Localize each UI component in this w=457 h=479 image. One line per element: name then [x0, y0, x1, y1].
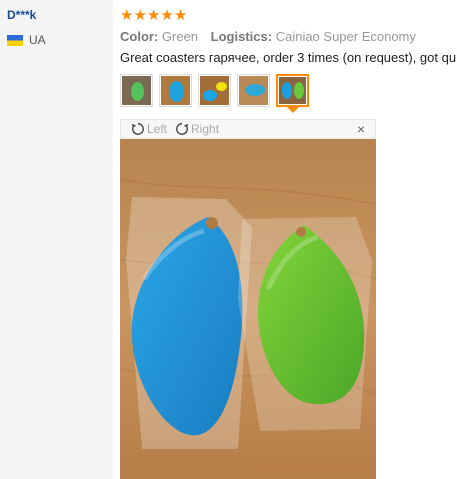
order-meta: Color: Green Logistics: Cainiao Super Ec…: [120, 29, 416, 44]
logistics-value: Cainiao Super Economy: [275, 29, 416, 44]
logistics-label: Logistics:: [210, 29, 273, 44]
ukraine-flag-icon: [7, 34, 23, 46]
rotate-right-icon: [176, 123, 189, 135]
rotate-left-label: Left: [147, 122, 168, 136]
review-thumbnails: [120, 74, 309, 107]
color-label: Color:: [120, 29, 159, 44]
rating-stars: ★ ★ ★ ★ ★: [120, 8, 187, 23]
reviewer-column: D***k UA: [0, 0, 113, 479]
thumbnail-1[interactable]: [120, 74, 153, 107]
rotate-right-button[interactable]: Right: [175, 122, 219, 136]
country-code: UA: [29, 33, 46, 47]
rotate-left-button[interactable]: Left: [131, 122, 167, 136]
thumbnail-3[interactable]: [198, 74, 231, 107]
thumbnail-4[interactable]: [237, 74, 270, 107]
thumbnail-2[interactable]: [159, 74, 192, 107]
star-icon: ★: [133, 7, 147, 24]
rotate-left-icon: [131, 123, 144, 135]
viewer-toolbar: Left Right ×: [120, 119, 376, 139]
rotate-right-label: Right: [191, 122, 220, 136]
thumbnail-5[interactable]: [276, 74, 309, 107]
coasters-photo-illustration: [120, 139, 376, 479]
review-photo: [120, 139, 376, 479]
close-viewer-button[interactable]: ×: [357, 121, 365, 137]
review-text: Great coasters гарячее, order 3 times (o…: [120, 50, 457, 65]
star-icon: ★: [146, 7, 161, 24]
reviewer-country: UA: [7, 33, 46, 47]
star-icon: ★: [120, 7, 134, 24]
star-icon: ★: [173, 7, 188, 24]
star-icon: ★: [160, 7, 174, 24]
image-viewer: Left Right ×: [120, 119, 376, 479]
reviewer-name[interactable]: D***k: [7, 8, 36, 22]
color-value: Green: [161, 29, 199, 44]
